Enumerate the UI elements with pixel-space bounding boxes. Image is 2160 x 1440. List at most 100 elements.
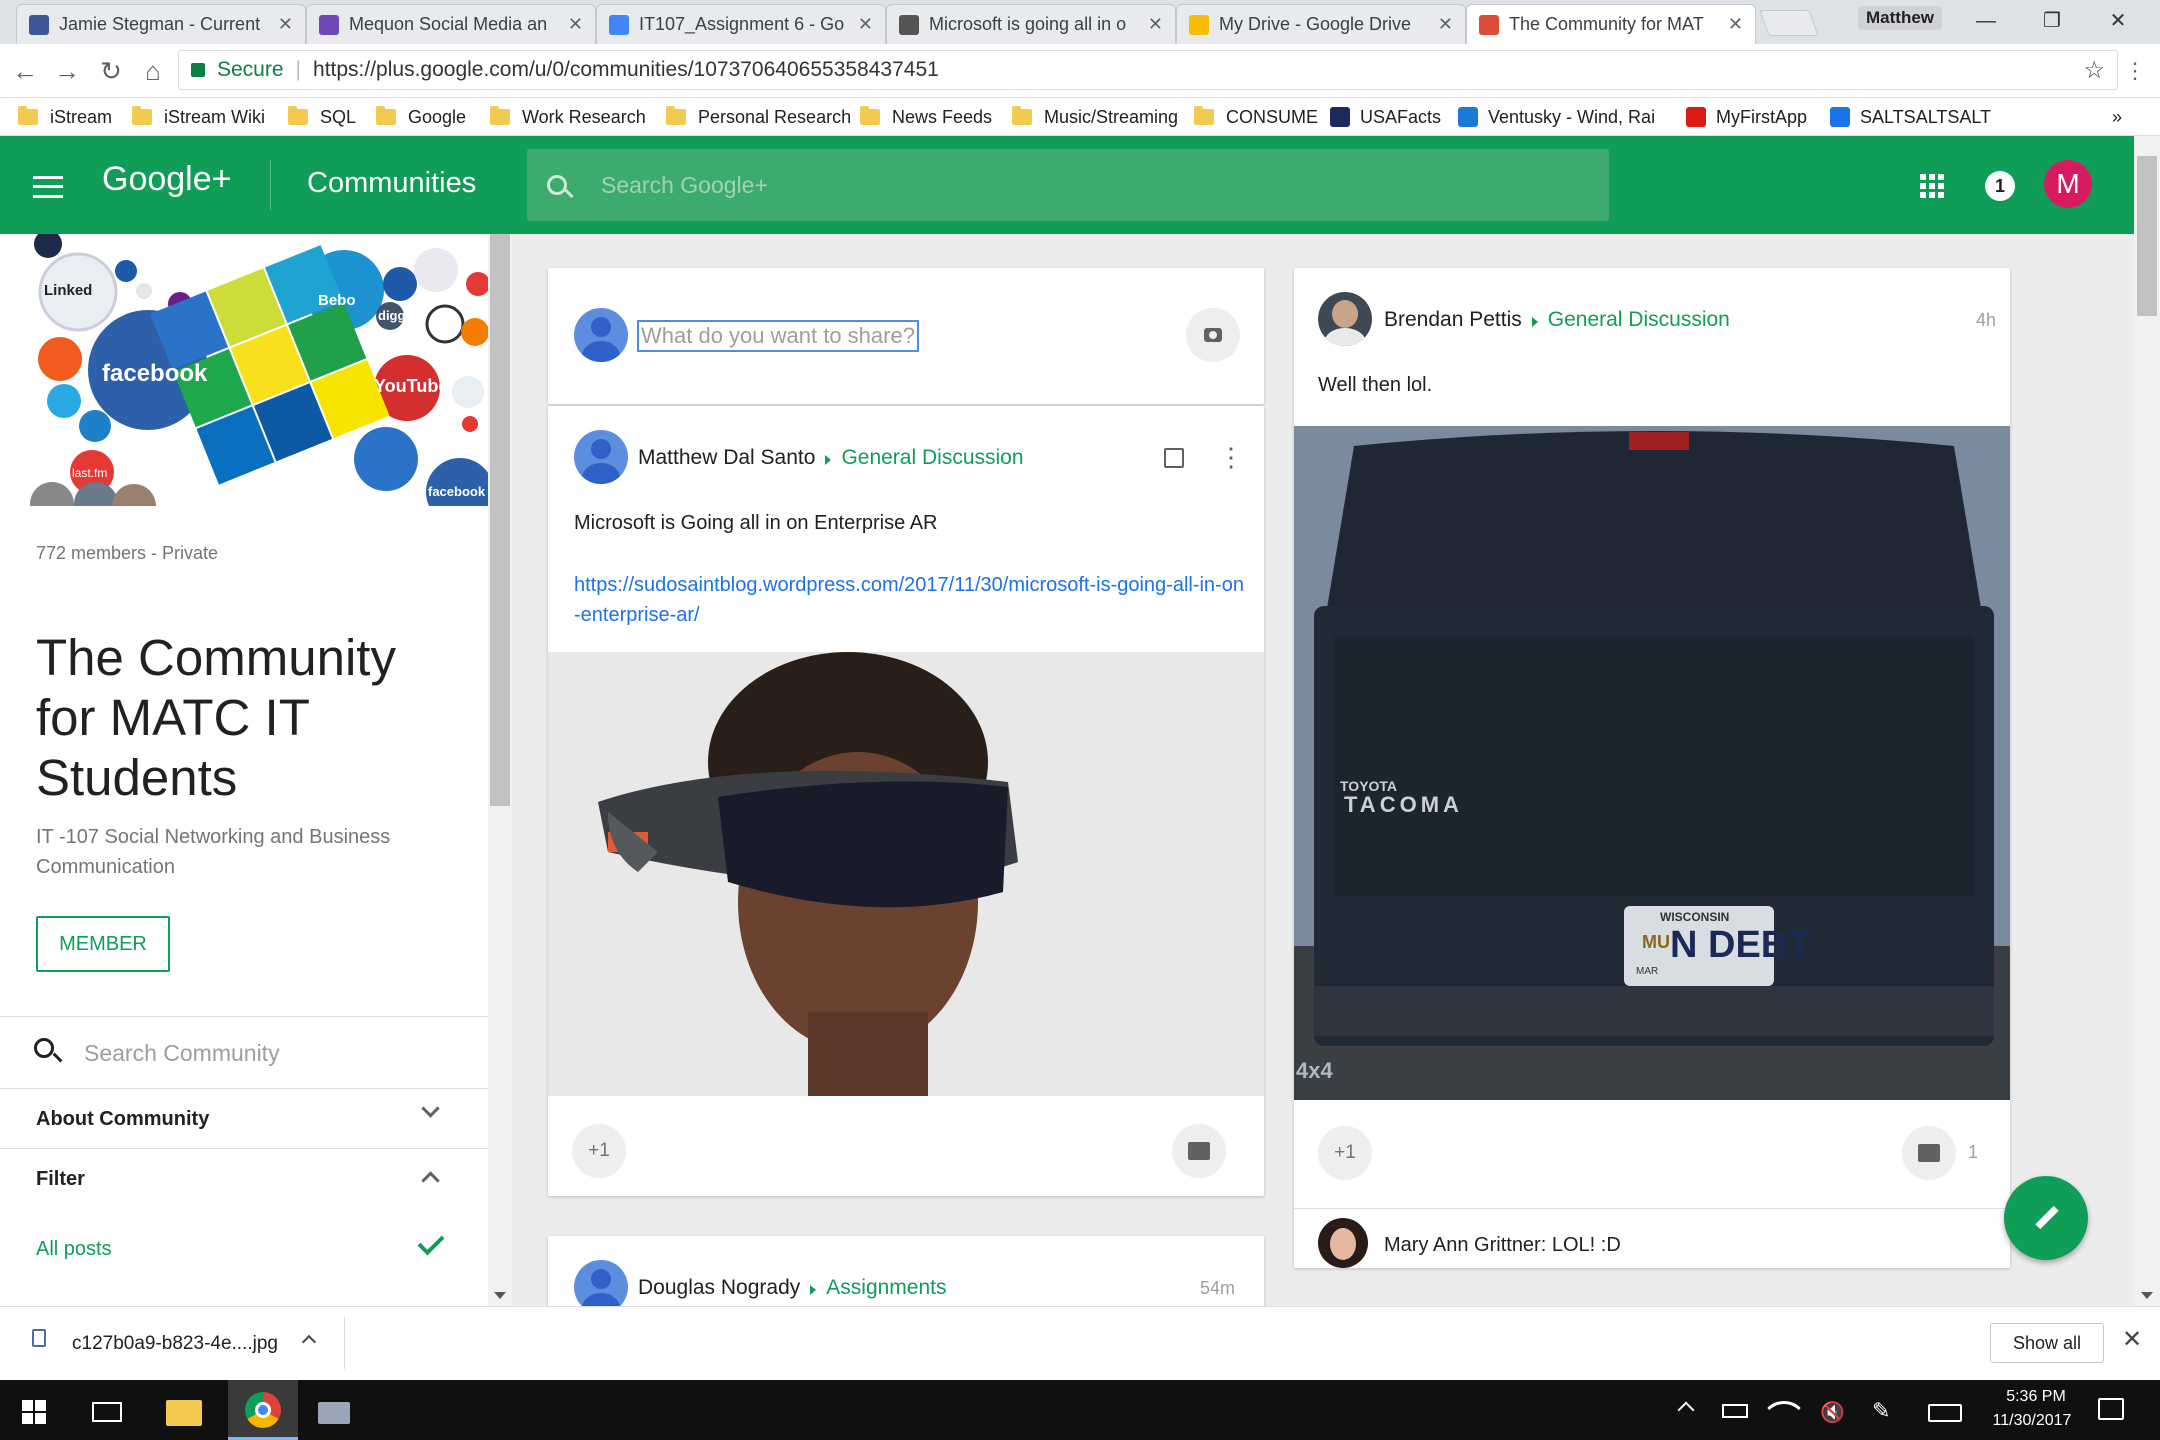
address-bar[interactable]: Secure | https://plus.google.com/u/0/com… (178, 50, 2118, 90)
filter-all-posts[interactable]: All posts (0, 1224, 488, 1280)
post-author[interactable]: Matthew Dal Santo (638, 446, 815, 469)
share-input[interactable]: What do you want to share? (637, 320, 919, 352)
facebook-logo: facebook (102, 360, 208, 387)
compose-post-button[interactable] (2004, 1176, 2088, 1260)
close-tab-icon[interactable]: ✕ (568, 14, 583, 35)
bookmark-star-icon[interactable]: ☆ (2083, 56, 2105, 85)
chevron-up-icon[interactable] (301, 1334, 317, 1350)
comment-author[interactable]: Mary Ann Grittner: (1384, 1234, 1546, 1256)
gplus-logo[interactable]: Google+ (102, 160, 232, 199)
pen-icon[interactable]: ✎ (1872, 1398, 1890, 1424)
hamburger-menu-icon[interactable] (33, 176, 63, 198)
profile-badge[interactable]: Matthew (1858, 6, 1942, 30)
commenter-avatar[interactable] (1318, 1218, 1368, 1268)
home-icon[interactable]: ⌂ (136, 54, 170, 88)
clock-date[interactable]: 11/30/2017 (1980, 1412, 2084, 1430)
downloaded-file[interactable]: c127b0a9-b823-4e....jpg (30, 1325, 330, 1365)
author-avatar[interactable] (574, 430, 628, 484)
bookmark-item[interactable]: News Feeds (860, 104, 992, 130)
truck-badge: 4x4 (1296, 1058, 1333, 1083)
post-category[interactable]: General Discussion (841, 446, 1023, 469)
scroll-down-arrow-icon[interactable] (494, 1292, 506, 1299)
member-button[interactable]: MEMBER (36, 916, 170, 972)
community-search-input[interactable]: Search Community (0, 1018, 488, 1088)
bookmark-item[interactable]: Google (376, 104, 466, 130)
bookmark-item[interactable]: Ventusky - Wind, Rai (1458, 104, 1655, 130)
bookmark-item[interactable]: iStream (18, 104, 112, 130)
windows-start-icon[interactable] (22, 1400, 46, 1424)
restore-icon[interactable]: ❐ (2032, 6, 2072, 36)
sidebar-scrollbar[interactable] (488, 234, 512, 1306)
bookmark-item[interactable]: SQL (288, 104, 356, 130)
bookmark-item[interactable]: USAFacts (1330, 104, 1441, 130)
open-external-icon[interactable] (1164, 448, 1184, 468)
page-scrollbar[interactable] (2134, 136, 2160, 1306)
browser-tab[interactable]: Microsoft is going all in o ✕ (886, 4, 1176, 44)
apps-grid-icon[interactable] (1920, 174, 1944, 198)
post-image-truck[interactable]: TOYOTA TACOMA WISCONSIN MU N DEBT MAR 4x… (1294, 426, 2010, 1100)
close-download-bar-icon[interactable]: ✕ (2122, 1325, 2142, 1354)
scroll-down-arrow-icon[interactable] (2141, 1292, 2153, 1299)
volume-muted-icon[interactable]: 🔇 (1820, 1400, 1845, 1425)
post-author[interactable]: Douglas Nogrady (638, 1276, 800, 1299)
close-tab-icon[interactable]: ✕ (858, 14, 873, 35)
show-hidden-icons-icon[interactable] (1677, 1401, 1695, 1419)
author-avatar[interactable] (1318, 292, 1372, 346)
minimize-icon[interactable]: — (1966, 6, 2006, 36)
post-time[interactable]: 4h (1976, 310, 1996, 331)
bookmark-item[interactable]: Personal Research (666, 104, 851, 130)
comment-icon[interactable] (1172, 1124, 1226, 1178)
browser-tab[interactable]: Jamie Stegman - Current ✕ (16, 4, 306, 44)
bookmark-item[interactable]: iStream Wiki (132, 104, 265, 130)
task-view-icon[interactable] (92, 1402, 122, 1422)
more-bookmarks-icon[interactable]: » (2112, 104, 2122, 130)
forward-icon[interactable]: → (50, 54, 84, 88)
close-window-icon[interactable]: ✕ (2098, 6, 2138, 36)
close-tab-icon[interactable]: ✕ (1438, 14, 1453, 35)
close-tab-icon[interactable]: ✕ (1148, 14, 1163, 35)
file-explorer-icon[interactable] (166, 1400, 202, 1426)
camera-icon[interactable] (1186, 308, 1240, 362)
more-options-icon[interactable]: ⋮ (1218, 442, 1244, 473)
store-icon[interactable] (318, 1402, 350, 1424)
gplus-search-input[interactable]: Search Google+ (527, 149, 1609, 221)
about-community-toggle[interactable]: About Community (0, 1090, 488, 1148)
comment-icon[interactable] (1902, 1126, 1956, 1180)
chrome-taskbar-button[interactable] (228, 1380, 298, 1440)
bookmark-item[interactable]: MyFirstApp (1686, 104, 1807, 130)
battery-icon[interactable] (1722, 1404, 1748, 1418)
keyboard-icon[interactable] (1928, 1404, 1962, 1422)
browser-tab[interactable]: Mequon Social Media an ✕ (306, 4, 596, 44)
post-category[interactable]: Assignments (826, 1276, 946, 1299)
post-time[interactable]: 54m (1200, 1278, 1235, 1299)
author-avatar[interactable] (574, 1260, 628, 1306)
reload-icon[interactable]: ↻ (94, 54, 128, 88)
bookmark-item[interactable]: Music/Streaming (1012, 104, 1178, 130)
wifi-icon[interactable] (1767, 1391, 1801, 1425)
account-avatar[interactable]: M (2044, 160, 2092, 208)
filter-toggle[interactable]: Filter (0, 1150, 488, 1208)
back-icon[interactable]: ← (8, 54, 42, 88)
bookmark-item[interactable]: CONSUME (1194, 104, 1318, 130)
post-author[interactable]: Brendan Pettis (1384, 308, 1522, 331)
browser-tab[interactable]: My Drive - Google Drive ✕ (1176, 4, 1466, 44)
post-category[interactable]: General Discussion (1548, 308, 1730, 331)
close-tab-icon[interactable]: ✕ (1728, 14, 1743, 35)
new-tab-button[interactable] (1759, 10, 1819, 36)
bookmark-item[interactable]: SALTSALTSALT (1830, 104, 1991, 130)
notifications-badge[interactable]: 1 (1985, 171, 2015, 201)
clock-time[interactable]: 5:36 PM (1994, 1388, 2078, 1406)
browser-tab[interactable]: The Community for MAT ✕ (1466, 4, 1756, 44)
show-all-downloads-button[interactable]: Show all (1990, 1323, 2104, 1363)
close-tab-icon[interactable]: ✕ (278, 14, 293, 35)
plus-one-button[interactable]: +1 (1318, 1126, 1372, 1180)
truck-model: TACOMA (1344, 792, 1463, 817)
post-image-hololens[interactable] (548, 652, 1264, 1096)
post-link[interactable]: https://sudosaintblog.wordpress.com/2017… (574, 570, 1244, 630)
bookmark-item[interactable]: Work Research (490, 104, 646, 130)
menu-kebab-icon[interactable]: ⋮ (2118, 54, 2152, 88)
bookmark-label: SALTSALTSALT (1860, 106, 1992, 127)
action-center-icon[interactable] (2098, 1398, 2124, 1420)
browser-tab[interactable]: IT107_Assignment 6 - Go ✕ (596, 4, 886, 44)
plus-one-button[interactable]: +1 (572, 1124, 626, 1178)
